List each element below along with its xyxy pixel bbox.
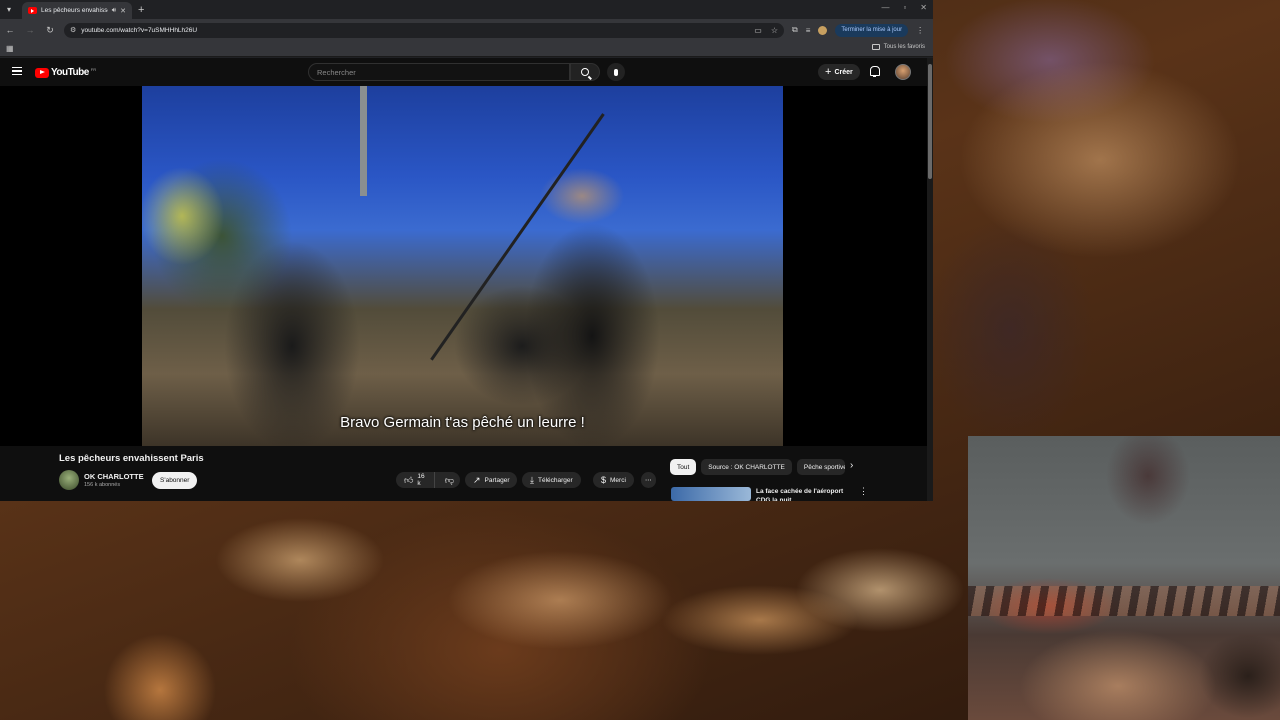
channel-name[interactable]: OK CHARLOTTE	[84, 472, 144, 481]
more-actions-button[interactable]: ⋯	[641, 472, 656, 488]
bookmark-star-icon[interactable]: ☆	[771, 26, 778, 35]
plus-icon: +	[825, 66, 832, 78]
download-button[interactable]: ⤓ Télécharger	[522, 472, 581, 488]
share-label: Partager	[484, 476, 510, 484]
close-window-icon[interactable]: ✕	[920, 3, 927, 12]
thanks-icon: $	[601, 475, 607, 485]
create-button[interactable]: + Créer	[818, 64, 860, 80]
profile-icon[interactable]	[818, 25, 828, 35]
voice-search-button[interactable]	[607, 63, 625, 81]
thanks-button[interactable]: $ Merci	[593, 472, 634, 488]
more-icon: ⋯	[645, 477, 652, 484]
youtube-play-icon	[35, 67, 49, 78]
youtube-logo[interactable]: YouTube FR	[35, 67, 96, 78]
thanks-label: Merci	[610, 476, 626, 484]
tab-close-icon[interactable]: ✕	[120, 7, 126, 15]
tab-title: Les pêcheurs envahissent P	[41, 7, 108, 14]
search-button[interactable]	[570, 63, 600, 81]
extensions-icon[interactable]: ⧉	[792, 25, 798, 35]
share-icon: ↗	[473, 474, 481, 485]
street-lamp-pole	[360, 86, 367, 196]
chip-source[interactable]: Source : OK CHARLOTTE	[701, 459, 792, 475]
like-button[interactable]: 👍︎ 16 k	[396, 472, 435, 488]
chip-sport-fishing[interactable]: Pêche sportive	[796, 459, 845, 475]
like-count: 16 k	[417, 473, 425, 487]
recommended-thumbnail[interactable]	[671, 487, 751, 501]
bookmarks-bar: ▦ Tous les favoris	[0, 41, 933, 57]
browser-toolbar: ← → ↻ ⚙ youtube.com/watch?v=7uSMHHhLh26U…	[0, 19, 933, 41]
new-tab-icon[interactable]: +	[138, 4, 144, 16]
dislike-button[interactable]: 👎︎	[439, 475, 460, 486]
folder-icon	[871, 44, 880, 50]
hamburger-menu-icon[interactable]	[12, 67, 22, 75]
youtube-favicon-icon	[28, 7, 37, 14]
reading-list-icon[interactable]: ≡	[806, 26, 811, 35]
reload-icon[interactable]: ↻	[44, 25, 56, 36]
video-title: Les pêcheurs envahissent Paris	[59, 453, 204, 464]
browser-menu-icon[interactable]: ⋮	[916, 26, 924, 35]
related-chips: Tout Source : OK CHARLOTTE Pêche sportiv…	[670, 459, 845, 475]
minimize-icon[interactable]: —	[881, 3, 889, 12]
like-dislike-group: 👍︎ 16 k 👎︎	[396, 472, 460, 488]
forward-icon[interactable]: →	[24, 25, 36, 35]
page-scrollbar[interactable]	[927, 58, 933, 501]
video-player[interactable]: Bravo Germain t'as pêché un leurre !	[0, 86, 927, 446]
logo-country: FR	[90, 67, 97, 72]
audio-icon[interactable]: 🔊︎	[112, 7, 116, 15]
download-icon: ⤓	[530, 474, 534, 485]
apps-grid-icon[interactable]: ▦	[6, 44, 14, 53]
update-button[interactable]: Terminer la mise à jour	[835, 23, 909, 37]
logo-text: YouTube	[51, 67, 89, 78]
channel-avatar[interactable]	[59, 470, 79, 490]
scrollbar-thumb[interactable]	[928, 64, 932, 179]
create-label: Créer	[834, 68, 853, 76]
account-avatar[interactable]	[895, 64, 911, 80]
youtube-page: YouTube FR Rechercher + Créer Bravo Germ…	[0, 58, 933, 501]
site-info-icon[interactable]: ⚙	[70, 26, 76, 34]
tab-strip: ▾ Les pêcheurs envahissent P 🔊︎ ✕ + — ▫ …	[0, 0, 933, 19]
url-text[interactable]: youtube.com/watch?v=7uSMHHhLh26U	[81, 27, 745, 34]
maximize-icon[interactable]: ▫	[903, 3, 906, 12]
all-favorites-label: Tous les favoris	[883, 44, 925, 50]
microphone-icon	[614, 68, 618, 76]
recommended-menu-icon[interactable]: ⋮	[859, 486, 868, 497]
search-icon	[581, 68, 589, 76]
webcam-overlay	[968, 436, 1280, 720]
subscriber-count: 156 k abonnés	[84, 482, 121, 488]
recommended-title[interactable]: La face cachée de l'aéroport CDG la nuit	[756, 487, 856, 501]
notifications-bell-icon[interactable]	[869, 66, 880, 77]
window-controls: — ▫ ✕	[881, 3, 927, 12]
address-bar[interactable]: ⚙ youtube.com/watch?v=7uSMHHhLh26U ▭ ☆	[64, 22, 784, 38]
tab-search-icon[interactable]: ▾	[0, 0, 18, 19]
back-icon[interactable]: ←	[4, 25, 16, 35]
youtube-header: YouTube FR Rechercher + Créer	[0, 58, 933, 86]
all-favorites[interactable]: Tous les favoris	[871, 44, 925, 50]
share-button[interactable]: ↗ Partager	[465, 472, 518, 488]
thumbs-up-icon: 👍︎	[404, 474, 414, 485]
fishing-rod	[430, 113, 605, 361]
video-frame[interactable]: Bravo Germain t'as pêché un leurre !	[142, 86, 783, 446]
browser-tab[interactable]: Les pêcheurs envahissent P 🔊︎ ✕	[22, 2, 132, 19]
download-label: Télécharger	[537, 476, 573, 484]
browser-window: ▾ Les pêcheurs envahissent P 🔊︎ ✕ + — ▫ …	[0, 0, 933, 501]
video-info-section: Les pêcheurs envahissent Paris OK CHARLO…	[0, 446, 927, 501]
webcam-artifact	[968, 586, 1280, 616]
search-input[interactable]: Rechercher	[308, 63, 570, 81]
subscribe-button[interactable]: S'abonner	[152, 472, 198, 489]
thumbs-down-icon: 👎︎	[444, 474, 454, 485]
video-subtitle: Bravo Germain t'as pêché un leurre !	[340, 414, 585, 431]
chevron-right-icon[interactable]: ›	[850, 460, 853, 471]
cast-icon[interactable]: ▭	[754, 26, 762, 35]
chip-all[interactable]: Tout	[670, 459, 697, 475]
